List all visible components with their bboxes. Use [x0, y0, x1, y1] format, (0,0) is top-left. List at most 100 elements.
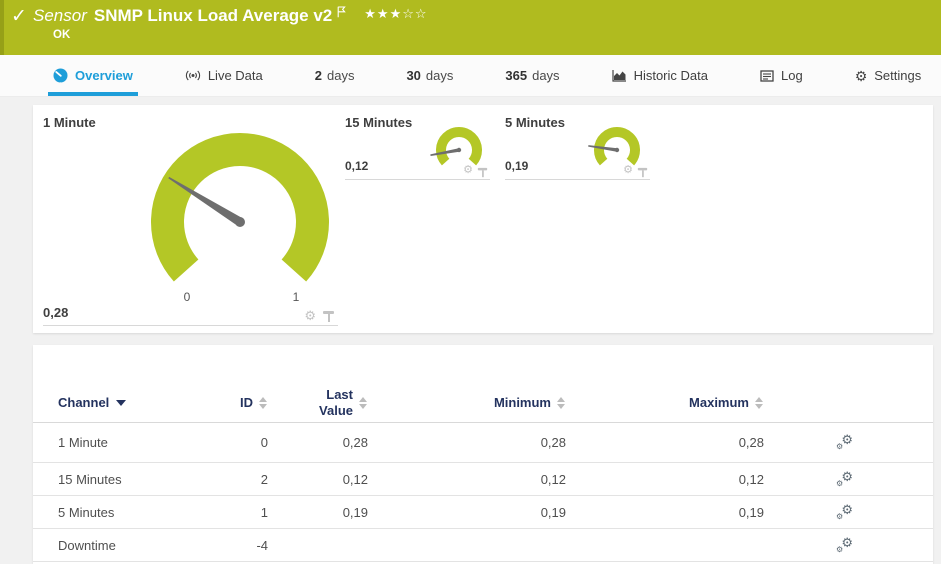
sort-desc-icon	[116, 399, 127, 406]
sort-icon	[557, 396, 566, 409]
column-label: Maximum	[689, 395, 749, 410]
sort-icon	[359, 396, 368, 409]
gear-small-icon: ⚙	[836, 442, 844, 451]
table-row[interactable]: Downtime -4 ⚙ ⚙	[33, 529, 933, 562]
cell-minimum: 0,19	[540, 504, 566, 520]
tab-log[interactable]: Log	[755, 55, 808, 96]
column-label: Minimum	[493, 395, 551, 410]
tab-2-days[interactable]: 2 days	[310, 55, 360, 96]
gauge-scale-min: 0	[183, 290, 191, 304]
cell-id: -4	[256, 537, 268, 553]
column-label: ID	[240, 395, 253, 410]
sensor-name: SNMP Linux Load Average v2	[93, 6, 333, 25]
tab-live-data[interactable]: Live Data	[180, 55, 268, 96]
topbar-left-accent	[0, 0, 4, 55]
gauge-widget-15-minutes: 15 Minutes 0,12 ⚙	[345, 112, 490, 180]
column-header-minimum[interactable]: Minimum	[368, 395, 566, 410]
tab-label: days	[425, 68, 454, 83]
tab-30-days[interactable]: 30 days	[401, 55, 458, 96]
widget-pin-icon[interactable]	[323, 310, 334, 323]
table-body: 1 Minute 0 0,28 0,28 0,28 ⚙ ⚙ 15 Minutes	[33, 423, 933, 562]
channel-settings-gears-icon[interactable]: ⚙ ⚙	[836, 503, 853, 521]
log-list-icon	[760, 69, 774, 82]
sensor-kind-label: Sensor	[33, 6, 87, 25]
star-filled-icon[interactable]: ★	[390, 6, 403, 21]
tab-settings[interactable]: ⚙ Settings	[850, 55, 927, 96]
cell-id: 1	[260, 504, 268, 520]
column-header-maximum[interactable]: Maximum	[566, 395, 764, 410]
tab-label: days	[326, 68, 355, 83]
live-broadcast-icon	[185, 70, 200, 81]
tab-overview[interactable]: Overview	[48, 55, 138, 96]
column-label: Channel	[58, 395, 110, 410]
gear-small-icon: ⚙	[836, 544, 844, 554]
widget-pin-icon[interactable]	[637, 167, 648, 178]
gear-icon: ⚙	[854, 67, 868, 84]
cell-channel: Downtime	[58, 537, 116, 553]
tab-historic-data[interactable]: Historic Data	[607, 55, 713, 96]
cell-last-value: 0,12	[342, 471, 368, 487]
widget-gear-icon[interactable]: ⚙	[463, 165, 473, 176]
cell-maximum: 0,19	[738, 504, 764, 520]
channel-settings-gears-icon[interactable]: ⚙ ⚙	[836, 536, 853, 554]
status-ok-check-icon: ✓	[11, 6, 27, 27]
column-label: Last Value	[319, 386, 353, 418]
cell-minimum: 0,28	[540, 435, 566, 450]
cell-maximum: 0,28	[738, 435, 764, 450]
gauges-panel: 1 Minute 0 1 0,28 ⚙ 15 Minutes 0,12 ⚙ 5 …	[33, 105, 933, 333]
star-filled-icon[interactable]: ★	[364, 6, 377, 21]
sensor-header: ✓ Sensor SNMP Linux Load Average v2 ★★★☆…	[0, 0, 941, 55]
widget-pin-icon[interactable]	[477, 167, 488, 178]
star-empty-icon[interactable]: ☆	[415, 6, 428, 21]
tab-365-days[interactable]: 365 days	[500, 55, 564, 96]
gauge-title: 15 Minutes	[345, 115, 413, 130]
cell-channel: 15 Minutes	[58, 471, 122, 487]
star-empty-icon[interactable]: ☆	[402, 6, 415, 21]
tab-label: Overview	[75, 68, 133, 83]
tab-label: days	[532, 68, 560, 83]
channel-settings-gears-icon[interactable]: ⚙ ⚙	[836, 433, 853, 451]
widget-gear-icon[interactable]: ⚙	[623, 165, 633, 176]
flag-icon[interactable]	[337, 6, 347, 18]
tab-number: 365	[505, 68, 528, 83]
sort-icon	[755, 396, 764, 409]
gauge-scale-max: 1	[292, 290, 300, 304]
tab-label: Live Data	[207, 68, 263, 83]
cell-channel: 1 Minute	[58, 435, 108, 450]
gear-small-icon: ⚙	[836, 478, 844, 488]
table-row[interactable]: 1 Minute 0 0,28 0,28 0,28 ⚙ ⚙	[33, 423, 933, 463]
gauge-title: 1 Minute	[43, 115, 96, 130]
cell-last-value: 0,28	[342, 435, 368, 450]
tab-number: 2	[314, 68, 322, 83]
star-filled-icon[interactable]: ★	[377, 6, 390, 21]
gauge-widget-5-minutes: 5 Minutes 0,19 ⚙	[505, 112, 650, 180]
area-chart-icon	[611, 70, 626, 82]
table-row[interactable]: 5 Minutes 1 0,19 0,19 0,19 ⚙ ⚙	[33, 496, 933, 529]
widget-gear-icon[interactable]: ⚙	[304, 309, 316, 322]
table-header-row: Channel ID Last Value Minimum Maximum	[33, 383, 933, 423]
cell-id: 2	[260, 471, 268, 487]
tab-label: Historic Data	[633, 68, 708, 83]
table-row[interactable]: 15 Minutes 2 0,12 0,12 0,12 ⚙ ⚙	[33, 463, 933, 496]
cell-minimum: 0,12	[540, 471, 566, 487]
sensor-status: OK	[53, 29, 71, 41]
gauge-value: 0,12	[345, 159, 369, 173]
gauge-value: 0,28	[43, 305, 69, 320]
column-header-last-value[interactable]: Last Value	[268, 387, 368, 418]
cell-channel: 5 Minutes	[58, 504, 115, 520]
cell-last-value: 0,19	[342, 504, 368, 520]
tab-label: Settings	[874, 68, 922, 83]
tab-bar: Overview Live Data 2 days 30 days 365 da…	[0, 55, 941, 97]
priority-stars[interactable]: ★★★☆☆	[364, 6, 427, 22]
gauge-value: 0,19	[505, 159, 529, 173]
cell-id: 0	[260, 435, 268, 450]
column-header-id[interactable]: ID	[238, 395, 268, 410]
sort-icon	[259, 396, 268, 409]
tab-number: 30	[406, 68, 421, 83]
gear-small-icon: ⚙	[836, 511, 844, 521]
tab-label: Log	[780, 68, 803, 83]
cell-maximum: 0,12	[738, 471, 764, 487]
gauge-icon	[53, 68, 68, 83]
channel-settings-gears-icon[interactable]: ⚙ ⚙	[836, 470, 853, 488]
column-header-channel[interactable]: Channel	[58, 395, 238, 410]
